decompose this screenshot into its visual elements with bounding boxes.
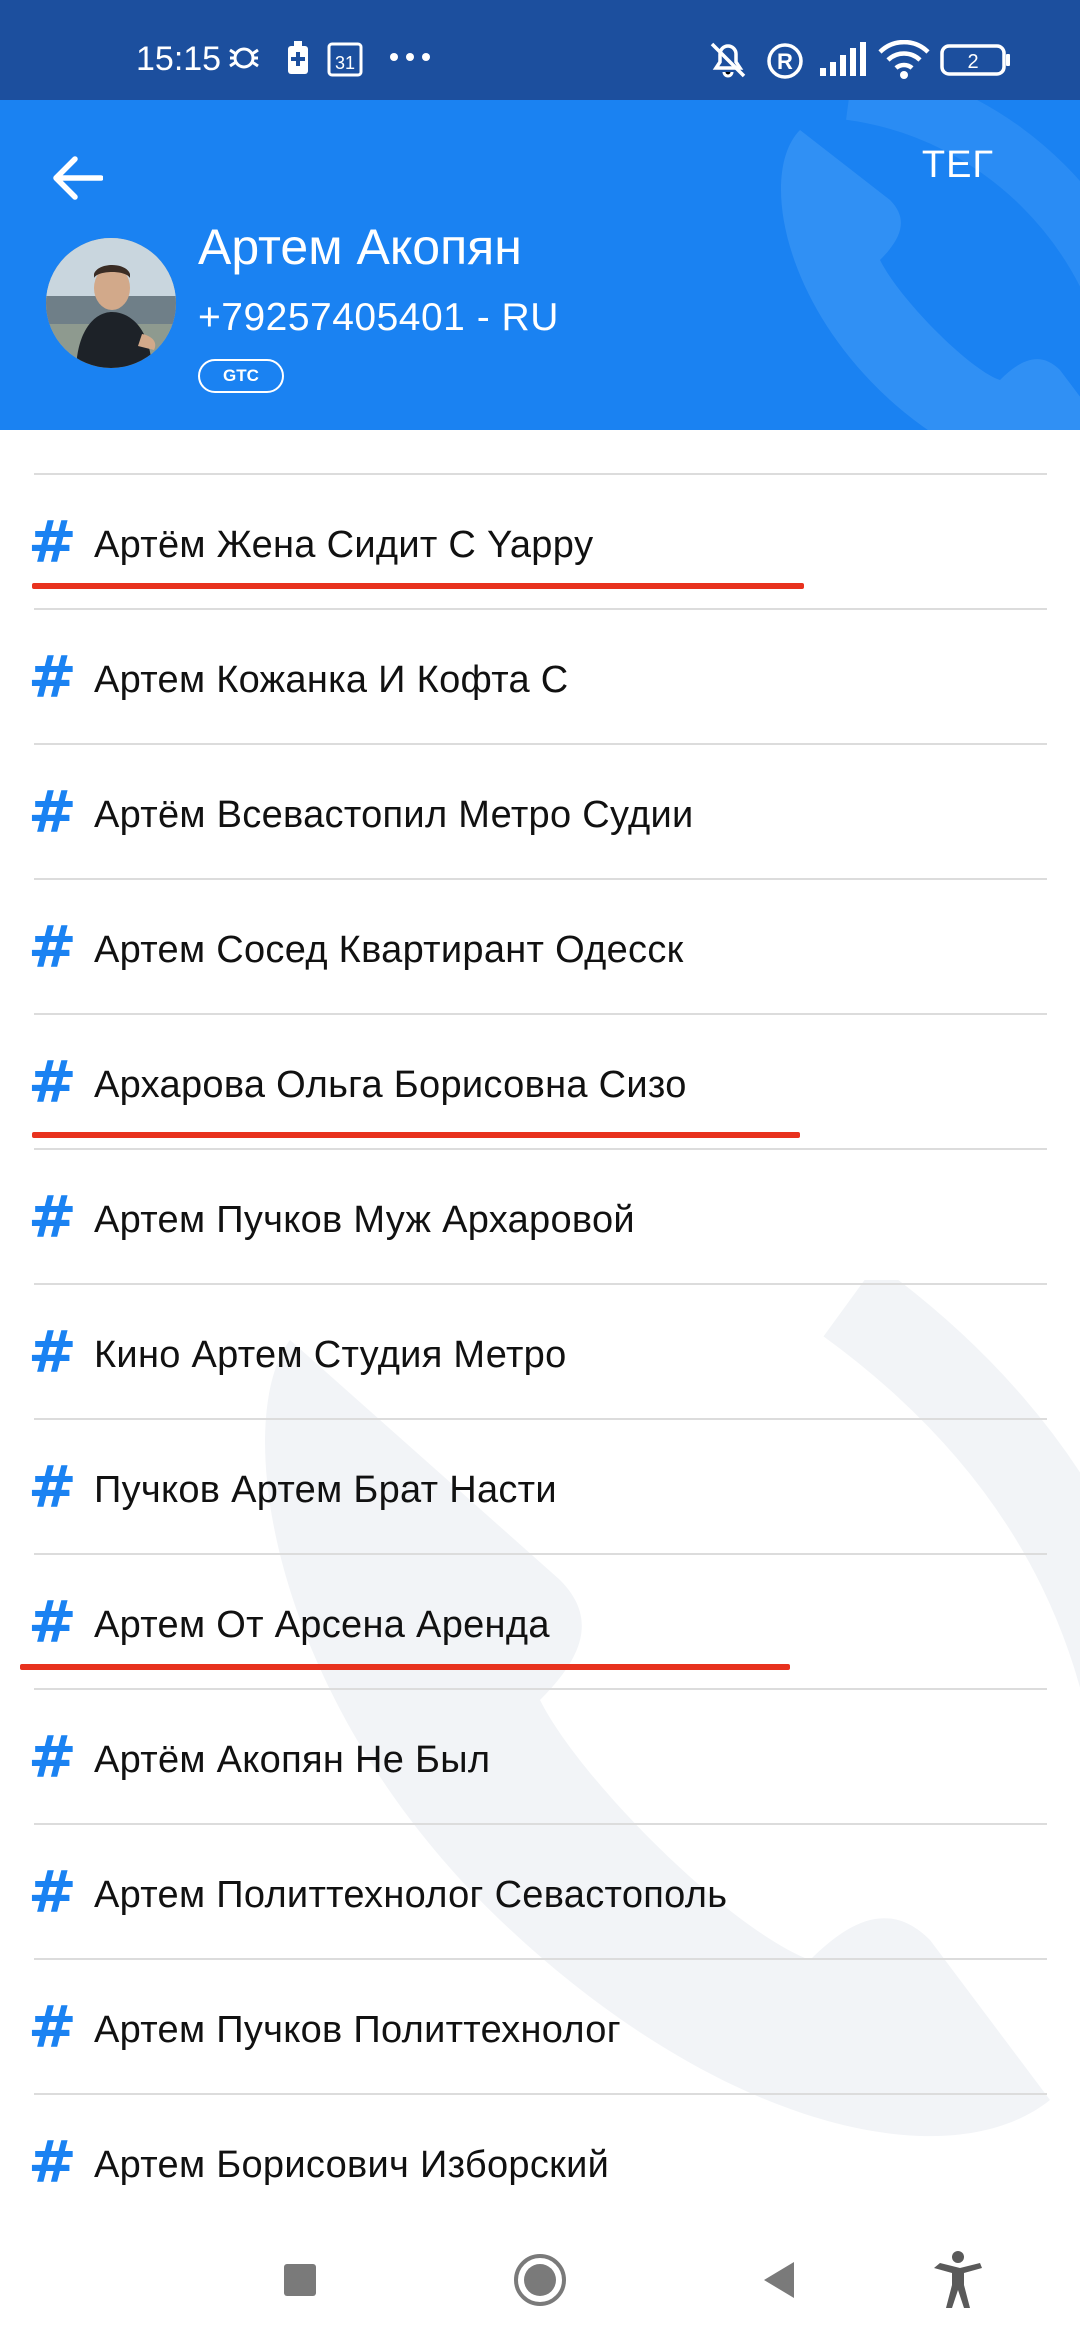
contact-phone: +79257405401 - RU [198,296,559,339]
battery-level: 2 [967,51,978,73]
circle-icon [514,2254,566,2306]
red-underline-mark [32,583,804,589]
hash-icon: # [28,1858,77,1926]
tag-label: Архарова Ольга Борисовна Сизо [94,1064,687,1106]
hash-icon: # [28,1318,77,1386]
tag-label: Артём Всевастопил Метро Судии [94,794,694,836]
hash-icon: # [28,1048,77,1116]
signal-icon [818,42,868,83]
more-dots-icon [388,50,432,68]
phone-watermark-icon [781,100,1080,430]
tag-item[interactable]: # Артем Пучков Муж Архаровой [0,1150,1080,1285]
accessibility-button[interactable] [926,2248,990,2312]
contact-name: Артем Акопян [198,219,522,275]
tag-item[interactable]: # Артем Кожанка И Кофта С [0,610,1080,745]
back-button[interactable] [746,2248,810,2312]
back-arrow-button[interactable] [44,148,110,208]
tag-label: Артем Пучков Муж Архаровой [94,1199,635,1241]
red-underline-mark [20,1664,790,1670]
tag-item[interactable]: # Артём Акопян Не Был [0,1690,1080,1825]
tag-item[interactable]: # Артем Пучков Политтехнолог [0,1960,1080,2095]
status-time: 15:15 [136,40,222,78]
hash-icon: # [28,1183,77,1251]
hash-icon: # [28,778,77,846]
tag-item[interactable]: # Кино Артем Студия Метро [0,1285,1080,1420]
tag-label: Артем Борисович Изборский [94,2144,610,2186]
tag-label: Артем Политтехнолог Севастополь [94,1874,728,1916]
mute-icon [706,38,750,87]
status-bar: 15:15 31 R 2 [0,0,1080,100]
tag-item[interactable]: # Архарова Ольга Борисовна Сизо [0,1015,1080,1150]
tag-item[interactable]: # Артём Жена Сидит С Yappy [0,475,1080,610]
hash-icon: # [28,1588,77,1656]
tag-label: Артем Кожанка И Кофта С [94,659,569,701]
hash-icon: # [28,508,77,576]
tag-label: Артём Жена Сидит С Yappy [94,524,594,566]
battery-saver-icon [284,40,312,81]
bug-icon [226,40,262,81]
tag-item[interactable]: # Артем Борисович Изборский [0,2095,1080,2220]
battery-icon: 2 [940,44,1012,81]
triangle-back-icon [764,2262,794,2298]
accessibility-icon [934,2251,982,2308]
tag-item[interactable]: # Артем Политтехнолог Севастополь [0,1825,1080,1960]
tag-label: Артем Пучков Политтехнолог [94,2009,621,2051]
home-button[interactable] [508,2248,572,2312]
avatar[interactable] [46,238,176,368]
tag-label: Артем От Арсена Аренда [94,1604,550,1646]
hash-icon: # [28,1453,77,1521]
calendar-icon: 31 [326,40,364,83]
hash-icon: # [28,643,77,711]
avatar-photo [46,238,176,368]
back-arrow-icon [53,156,103,200]
contact-header: ТЕГ Артем Акопян +79257405401 - RU GTC [0,100,1080,430]
tag-button[interactable]: ТЕГ [922,144,994,187]
system-nav-bar [0,2220,1080,2340]
registered-icon: R [766,42,804,85]
tag-item[interactable]: # Артём Всевастопил Метро Судии [0,745,1080,880]
red-underline-mark [32,1132,800,1138]
operator-badge: GTC [198,359,284,393]
hash-icon: # [28,1993,77,2061]
hash-icon: # [28,913,77,981]
wifi-icon [878,39,930,85]
svg-text:R: R [777,49,793,74]
hash-icon: # [28,2128,77,2196]
square-icon [284,2264,316,2296]
tag-list-area[interactable]: # Артём Жена Сидит С Yappy # Артем Кожан… [0,430,1080,2220]
tag-list: # Артём Жена Сидит С Yappy # Артем Кожан… [0,475,1080,2220]
recents-button[interactable] [268,2248,332,2312]
tag-label: Артём Акопян Не Был [94,1739,491,1781]
hash-icon: # [28,1723,77,1791]
tag-label: Пучков Артем Брат Насти [94,1469,557,1511]
tag-label: Кино Артем Студия Метро [94,1334,567,1376]
tag-item[interactable]: # Пучков Артем Брат Насти [0,1420,1080,1555]
tag-item[interactable]: # Артем Сосед Квартирант Одесск [0,880,1080,1015]
tag-label: Артем Сосед Квартирант Одесск [94,929,684,971]
calendar-day: 31 [335,53,355,73]
